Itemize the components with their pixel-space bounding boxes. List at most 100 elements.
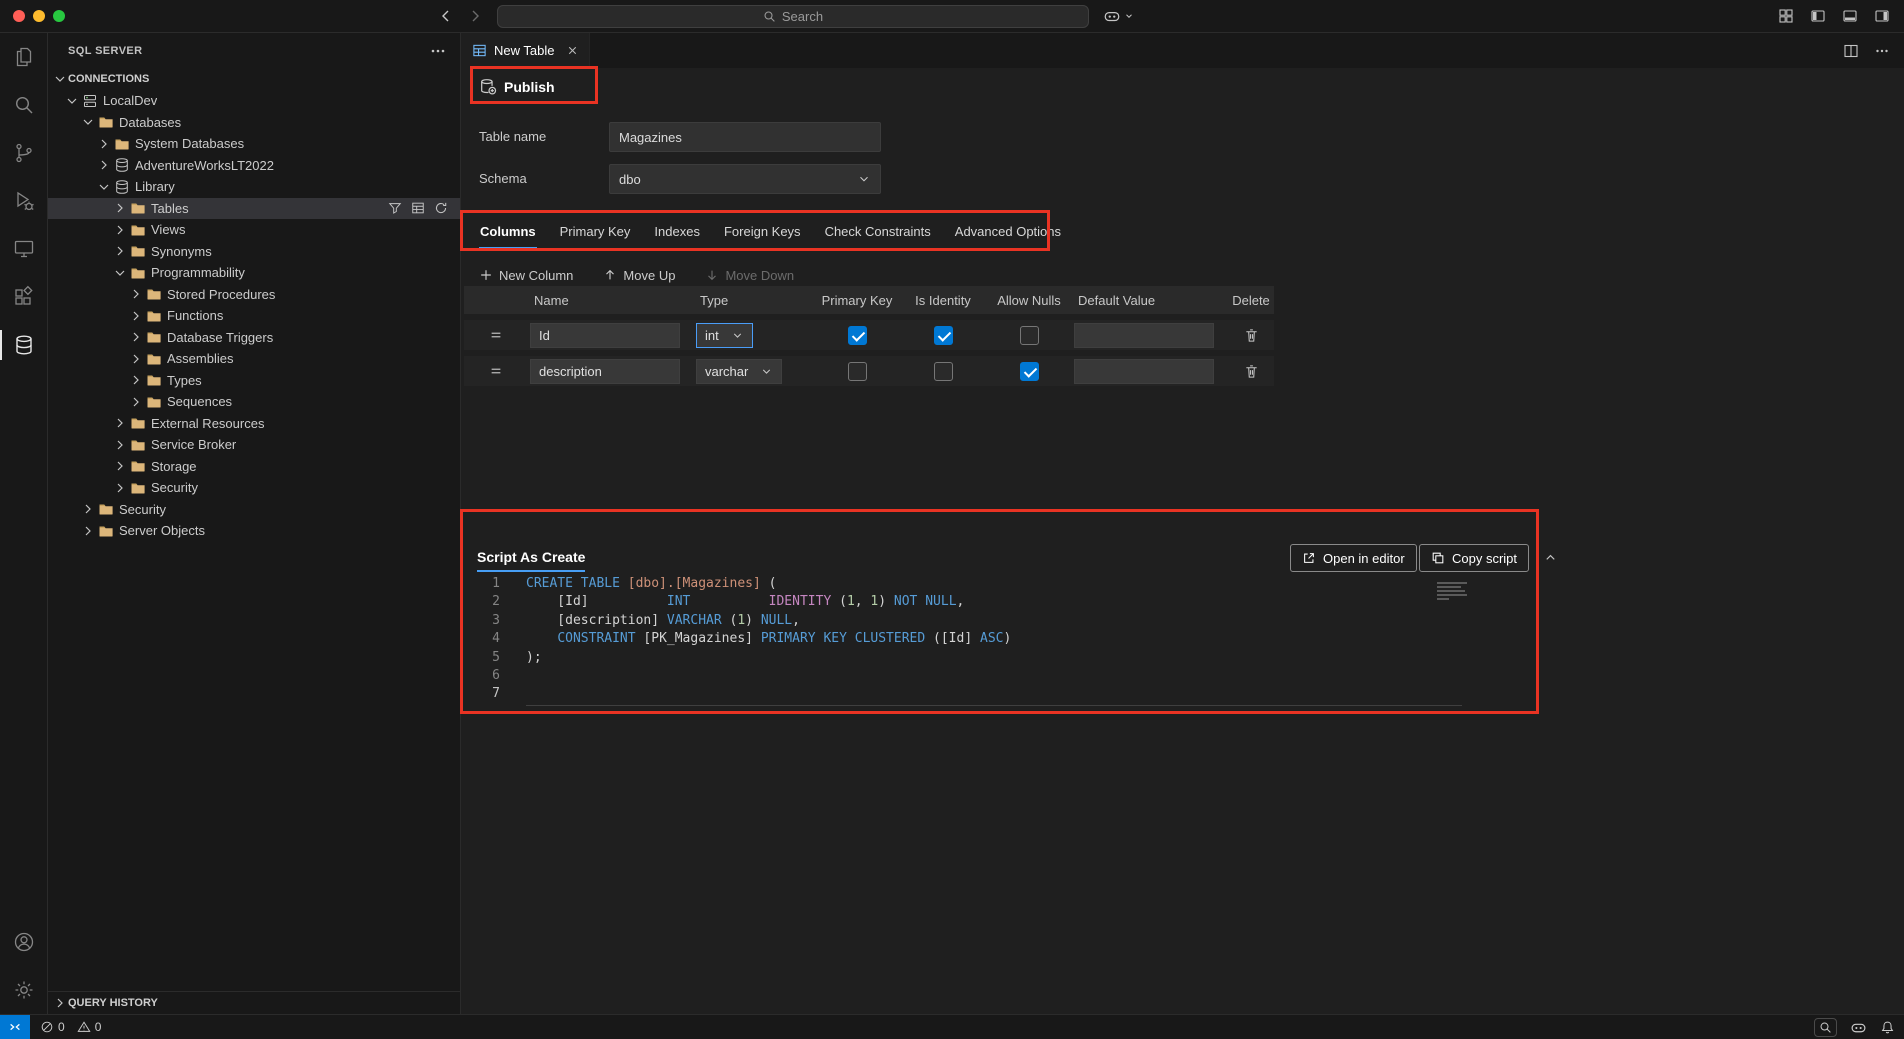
chevron-right-icon[interactable]	[112, 415, 128, 431]
filter-icon[interactable]	[388, 201, 402, 215]
close-tab-icon[interactable]	[566, 44, 579, 57]
remote-explorer-icon[interactable]	[0, 225, 48, 273]
toggle-primary-sidebar-icon[interactable]	[1810, 8, 1826, 24]
run-and-debug-icon[interactable]	[0, 177, 48, 225]
designer-icon[interactable]	[411, 201, 425, 215]
column-type-select[interactable]: int	[696, 323, 753, 348]
new-column-button[interactable]: New Column	[479, 268, 573, 283]
source-control-icon[interactable]	[0, 129, 48, 177]
tree-item-sequences[interactable]: Sequences	[48, 391, 460, 413]
chevron-right-icon[interactable]	[96, 157, 112, 173]
delete-column-icon[interactable]	[1244, 328, 1259, 343]
command-center-search[interactable]: Search	[497, 5, 1089, 28]
chevron-down-icon[interactable]	[80, 114, 96, 130]
query-history-section-header[interactable]: QUERY HISTORY	[48, 991, 460, 1014]
column-name-input[interactable]: Id	[530, 323, 680, 348]
chevron-right-icon[interactable]	[112, 243, 128, 259]
tree-item-library[interactable]: Library	[48, 176, 460, 198]
tree-item-storage[interactable]: Storage	[48, 456, 460, 478]
tab-new-table[interactable]: New Table	[462, 33, 590, 68]
script-as-create-tab[interactable]: Script As Create	[477, 543, 585, 572]
more-actions-icon[interactable]	[1874, 43, 1890, 59]
copilot-menu-button[interactable]	[1103, 7, 1134, 25]
settings-gear-icon[interactable]	[0, 966, 48, 1014]
sql-server-icon[interactable]	[0, 321, 48, 369]
tree-item-functions[interactable]: Functions	[48, 305, 460, 327]
toggle-secondary-sidebar-icon[interactable]	[1874, 8, 1890, 24]
chevron-right-icon[interactable]	[128, 308, 144, 324]
tree-item-tables[interactable]: Tables	[48, 198, 460, 220]
search-icon[interactable]	[0, 81, 48, 129]
tree-item-external-resources[interactable]: External Resources	[48, 413, 460, 435]
designer-tab-advanced-options[interactable]: Advanced Options	[954, 215, 1062, 249]
chevron-right-icon[interactable]	[112, 437, 128, 453]
designer-tab-check-constraints[interactable]: Check Constraints	[824, 215, 932, 249]
chevron-right-icon[interactable]	[128, 286, 144, 302]
move-down-button[interactable]: Move Down	[705, 268, 794, 283]
zoom-status-icon[interactable]	[1814, 1018, 1837, 1037]
tree-item-views[interactable]: Views	[48, 219, 460, 241]
drag-handle-icon[interactable]	[489, 328, 503, 342]
chevron-right-icon[interactable]	[96, 136, 112, 152]
chevron-right-icon[interactable]	[112, 458, 128, 474]
chevron-right-icon[interactable]	[80, 501, 96, 517]
drag-handle-icon[interactable]	[489, 364, 503, 378]
customize-layout-icon[interactable]	[1778, 8, 1794, 24]
designer-tab-primary-key[interactable]: Primary Key	[559, 215, 632, 249]
tree-item-synonyms[interactable]: Synonyms	[48, 241, 460, 263]
chevron-right-icon[interactable]	[128, 372, 144, 388]
notifications-bell-icon[interactable]	[1880, 1020, 1895, 1035]
more-actions-icon[interactable]	[430, 43, 446, 59]
problems-status[interactable]: 0 0	[40, 1020, 101, 1034]
designer-tab-foreign-keys[interactable]: Foreign Keys	[723, 215, 802, 249]
move-up-button[interactable]: Move Up	[603, 268, 675, 283]
tree-item-service-broker[interactable]: Service Broker	[48, 434, 460, 456]
accounts-icon[interactable]	[0, 918, 48, 966]
chevron-down-icon[interactable]	[96, 179, 112, 195]
tree-item-database-triggers[interactable]: Database Triggers	[48, 327, 460, 349]
chevron-down-icon[interactable]	[64, 93, 80, 109]
allow-nulls-checkbox[interactable]	[1020, 362, 1039, 381]
column-type-select[interactable]: varchar	[696, 359, 782, 384]
copy-script-button[interactable]: Copy script	[1419, 544, 1529, 572]
chevron-down-icon[interactable]	[112, 265, 128, 281]
designer-tab-indexes[interactable]: Indexes	[653, 215, 701, 249]
tree-item-types[interactable]: Types	[48, 370, 460, 392]
chevron-right-icon[interactable]	[112, 200, 128, 216]
is-identity-checkbox[interactable]	[934, 362, 953, 381]
chevron-right-icon[interactable]	[80, 523, 96, 539]
default-value-input[interactable]	[1074, 323, 1214, 348]
refresh-icon[interactable]	[434, 201, 448, 215]
tree-item-assemblies[interactable]: Assemblies	[48, 348, 460, 370]
back-icon[interactable]	[438, 8, 454, 24]
default-value-input[interactable]	[1074, 359, 1214, 384]
tree-item-localdev[interactable]: LocalDev	[48, 90, 460, 112]
forward-icon[interactable]	[467, 8, 483, 24]
chevron-right-icon[interactable]	[128, 329, 144, 345]
is-identity-checkbox[interactable]	[934, 326, 953, 345]
tree-item-system-databases[interactable]: System Databases	[48, 133, 460, 155]
primary-key-checkbox[interactable]	[848, 362, 867, 381]
chevron-right-icon[interactable]	[112, 480, 128, 496]
designer-tab-columns[interactable]: Columns	[479, 215, 537, 249]
close-window-button[interactable]	[13, 10, 25, 22]
allow-nulls-checkbox[interactable]	[1020, 326, 1039, 345]
tree-item-security[interactable]: Security	[48, 499, 460, 521]
schema-select[interactable]: dbo	[609, 164, 881, 194]
chevron-right-icon[interactable]	[128, 351, 144, 367]
column-name-input[interactable]: description	[530, 359, 680, 384]
tree-item-programmability[interactable]: Programmability	[48, 262, 460, 284]
tree-item-databases[interactable]: Databases	[48, 112, 460, 134]
explorer-icon[interactable]	[0, 33, 48, 81]
copilot-status-icon[interactable]	[1850, 1019, 1867, 1036]
delete-column-icon[interactable]	[1244, 364, 1259, 379]
zoom-window-button[interactable]	[53, 10, 65, 22]
minimize-window-button[interactable]	[33, 10, 45, 22]
split-editor-icon[interactable]	[1843, 43, 1859, 59]
tree-item-stored-procedures[interactable]: Stored Procedures	[48, 284, 460, 306]
open-in-editor-button[interactable]: Open in editor	[1290, 544, 1417, 572]
extensions-icon[interactable]	[0, 273, 48, 321]
tree-item-security[interactable]: Security	[48, 477, 460, 499]
publish-button[interactable]: Publish	[479, 78, 555, 96]
chevron-right-icon[interactable]	[112, 222, 128, 238]
